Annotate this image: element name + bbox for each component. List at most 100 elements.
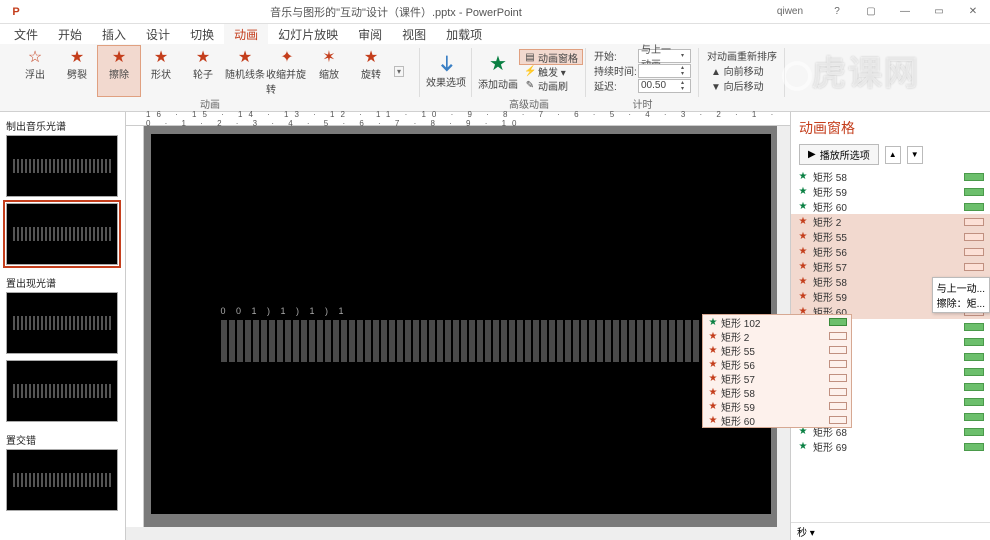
tab-slideshow[interactable]: 幻灯片放映 [268, 24, 348, 45]
move-later-button[interactable]: ▼ 向后移动 [707, 78, 777, 93]
thumb-3[interactable] [6, 292, 118, 354]
pane-icon: ▤ [524, 52, 536, 63]
slide-thumbnails[interactable]: 制出音乐光谱 置出现光谱 置交错 [0, 112, 126, 540]
move-up-button[interactable]: ▲ [885, 146, 901, 164]
anim-shrink-turn[interactable]: ✦收缩并旋转 [266, 46, 308, 96]
thumb-1[interactable] [6, 135, 118, 197]
painter-icon: ✎ [524, 80, 536, 91]
anim-swivel[interactable]: ★旋转 [350, 46, 392, 96]
timing-bar [964, 398, 984, 406]
start-combo[interactable]: 与上一动画...▾ [638, 49, 691, 63]
float-item-name: 矩形 2 [719, 329, 829, 344]
timing-bar [964, 218, 984, 226]
maximize-button[interactable]: ▭ [922, 0, 956, 24]
move-earlier-button[interactable]: ▲ 向前移动 [707, 63, 777, 78]
effect-options-button[interactable]: 效果选项 [424, 46, 468, 96]
tab-view[interactable]: 视图 [392, 24, 436, 45]
pane-item[interactable]: ★矩形 56 [791, 244, 990, 259]
timing-bar [964, 383, 984, 391]
pane-item[interactable]: ★矩形 55 [791, 229, 990, 244]
star-icon: ★ [797, 246, 809, 257]
thumb-5[interactable] [6, 449, 118, 511]
float-item[interactable]: ★矩形 59 [703, 399, 851, 413]
float-item[interactable]: ★矩形 102 [703, 315, 851, 329]
float-item[interactable]: ★矩形 56 [703, 357, 851, 371]
pane-title: 动画窗格 [791, 112, 990, 144]
seconds-dropdown[interactable]: 秒 ▾ [797, 524, 815, 539]
timing-bar [964, 248, 984, 256]
minimize-button[interactable]: — [888, 0, 922, 24]
star-icon: ★ [797, 216, 809, 227]
float-item-name: 矩形 102 [719, 315, 829, 330]
animation-painter-button[interactable]: ✎动画刷 [520, 78, 582, 92]
anim-shape[interactable]: ★形状 [140, 46, 182, 96]
pane-item[interactable]: ★矩形 60 [791, 199, 990, 214]
help-button[interactable]: ? [820, 0, 854, 24]
star-icon: ★ [707, 317, 719, 328]
anim-wipe[interactable]: ★擦除 [98, 46, 140, 96]
tab-transition[interactable]: 切换 [180, 24, 224, 45]
duration-spin[interactable]: ▴▾ [638, 64, 691, 78]
star-icon: ★ [797, 186, 809, 197]
star-icon: ★ [797, 276, 809, 287]
vertical-ruler [126, 126, 144, 527]
anim-random-bars[interactable]: ★随机线条 [224, 46, 266, 96]
move-down-button[interactable]: ▼ [907, 146, 923, 164]
pane-item-name: 矩形 60 [813, 199, 960, 214]
tab-file[interactable]: 文件 [4, 24, 48, 45]
pane-item[interactable]: ★矩形 58 [791, 169, 990, 184]
close-button[interactable]: ✕ [956, 0, 990, 24]
thumb-4[interactable] [6, 360, 118, 422]
window-title: 音乐与图形的"互动"设计（课件）.pptx - PowerPoint [32, 4, 760, 20]
duration-label: 持续时间: [594, 63, 638, 78]
app-icon: P [0, 6, 32, 18]
delay-spin[interactable]: 00.50▴▾ [638, 79, 691, 93]
pane-item[interactable]: ★矩形 2 [791, 214, 990, 229]
anim-fly-out[interactable]: ☆浮出 [14, 46, 56, 96]
title-bar: P 音乐与图形的"互动"设计（课件）.pptx - PowerPoint qiw… [0, 0, 990, 24]
tab-insert[interactable]: 插入 [92, 24, 136, 45]
gallery-more-icon[interactable]: ▾ [394, 66, 404, 77]
float-item[interactable]: ★矩形 57 [703, 371, 851, 385]
float-item[interactable]: ★矩形 55 [703, 343, 851, 357]
tab-start[interactable]: 开始 [48, 24, 92, 45]
account-label[interactable]: qiwen [760, 0, 820, 24]
timing-bar [964, 443, 984, 451]
star-icon: ★ [797, 441, 809, 452]
float-item[interactable]: ★矩形 60 [703, 413, 851, 427]
pane-item-name: 矩形 57 [813, 259, 960, 274]
timing-bar [964, 428, 984, 436]
thumb-label-1: 制出音乐光谱 [6, 114, 119, 135]
pane-item[interactable]: ★矩形 69 [791, 439, 990, 454]
animation-pane-button[interactable]: ▤动画窗格 [520, 50, 582, 64]
star-icon: ★ [707, 359, 719, 370]
horizontal-scrollbar[interactable] [126, 527, 790, 540]
thumb-2[interactable] [6, 203, 118, 265]
float-item-name: 矩形 58 [719, 385, 829, 400]
pane-item[interactable]: ★矩形 59 [791, 184, 990, 199]
anim-zoom[interactable]: ✶缩放 [308, 46, 350, 96]
tab-design[interactable]: 设计 [136, 24, 180, 45]
tab-addins[interactable]: 加载项 [436, 24, 492, 45]
star-icon: ★ [797, 171, 809, 182]
add-animation-button[interactable]: ★ 添加动画 [476, 46, 520, 96]
float-item[interactable]: ★矩形 58 [703, 385, 851, 399]
canvas-area: 16 · 15 · 14 · 13 · 12 · 11 · 10 · 9 · 8… [126, 112, 790, 540]
timing-bar [964, 413, 984, 421]
anim-split[interactable]: ★劈裂 [56, 46, 98, 96]
anim-wheel[interactable]: ★轮子 [182, 46, 224, 96]
trigger-button[interactable]: ⚡触发 ▾ [520, 64, 582, 78]
play-selected-button[interactable]: ▶播放所选项 [799, 144, 879, 165]
thumb-label-3: 置出现光谱 [6, 271, 119, 292]
timing-bar [964, 338, 984, 346]
slide-canvas[interactable]: 0 0 1 ) 1 ) 1 ) 1 [151, 134, 771, 514]
float-item[interactable]: ★矩形 2 [703, 329, 851, 343]
pane-item[interactable]: ★矩形 57 [791, 259, 990, 274]
star-icon: ★ [707, 331, 719, 342]
tab-animation[interactable]: 动画 [224, 24, 268, 45]
timing-bar [829, 346, 847, 354]
floating-animation-list[interactable]: ★矩形 102★矩形 2★矩形 55★矩形 56★矩形 57★矩形 58★矩形 … [702, 314, 852, 428]
timing-bar [964, 233, 984, 241]
tab-review[interactable]: 审阅 [348, 24, 392, 45]
ribbon-collapse-button[interactable]: ▢ [854, 0, 888, 24]
